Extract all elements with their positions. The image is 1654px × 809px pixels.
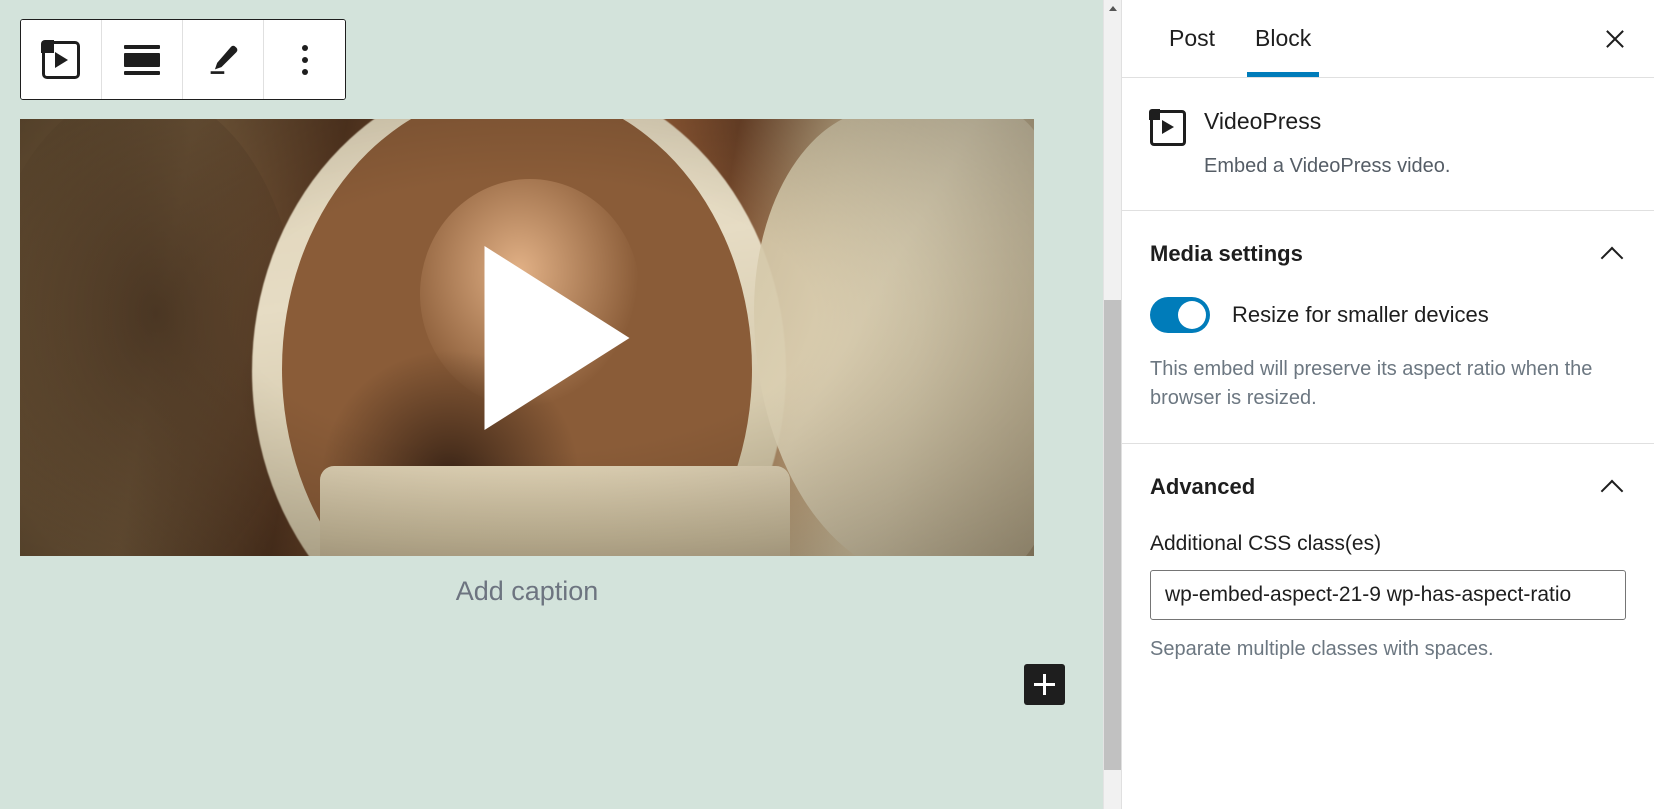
block-title: VideoPress [1204,108,1322,134]
panel-title: Advanced [1150,473,1256,499]
block-description: Embed a VideoPress video. [1204,154,1451,177]
tab-block[interactable]: Block [1235,0,1331,77]
toggle-knob [1178,300,1206,329]
settings-sidebar: Post Block VideoPress Embed a VideoPress… [1121,0,1654,809]
block-type-button[interactable] [21,20,102,99]
videopress-block[interactable] [20,119,1034,556]
panel-media-settings-header[interactable]: Media settings [1150,241,1626,267]
scrollbar-up-arrow[interactable] [1104,0,1121,17]
align-icon [124,44,160,75]
kebab-menu-icon [301,44,308,75]
caption-placeholder[interactable]: Add caption [20,576,1034,607]
sidebar-tabs: Post Block [1122,0,1654,78]
resize-toggle-row: Resize for smaller devices [1150,296,1626,333]
editor-scrollbar[interactable] [1103,0,1121,809]
css-class-label: Additional CSS class(es) [1150,531,1382,555]
editor-root: Add caption Post Block VideoPress Embed … [0,0,1654,809]
close-settings-button[interactable] [1592,16,1638,62]
play-icon[interactable] [484,245,630,430]
videopress-icon [41,39,80,79]
add-block-button[interactable] [1024,664,1065,705]
panel-media-settings: Media settings Resize for smaller device… [1122,211,1654,444]
chevron-up-icon [1108,6,1117,11]
align-button[interactable] [102,20,183,99]
chevron-up-icon [1600,474,1626,500]
chevron-up-icon [1600,241,1626,267]
close-icon [1606,30,1624,48]
panel-advanced: Advanced Additional CSS class(es) Separa… [1122,444,1654,691]
panel-advanced-header[interactable]: Advanced [1150,474,1626,500]
scrollbar-thumb[interactable] [1104,300,1121,770]
resize-help-text: This embed will preserve its aspect rati… [1150,357,1593,409]
more-options-button[interactable] [264,20,345,99]
block-toolbar [20,19,346,100]
block-info-card: VideoPress Embed a VideoPress video. [1122,78,1654,211]
additional-css-class-input[interactable] [1150,569,1626,620]
css-class-help: Separate multiple classes with spaces. [1150,637,1494,660]
pencil-icon [204,41,242,79]
tab-post[interactable]: Post [1149,0,1235,77]
editor-canvas: Add caption [0,0,1103,809]
panel-title: Media settings [1150,240,1303,266]
resize-toggle-label: Resize for smaller devices [1232,301,1489,327]
edit-button[interactable] [183,20,264,99]
resize-for-smaller-devices-toggle[interactable] [1150,296,1210,333]
videopress-icon [1149,109,1186,146]
